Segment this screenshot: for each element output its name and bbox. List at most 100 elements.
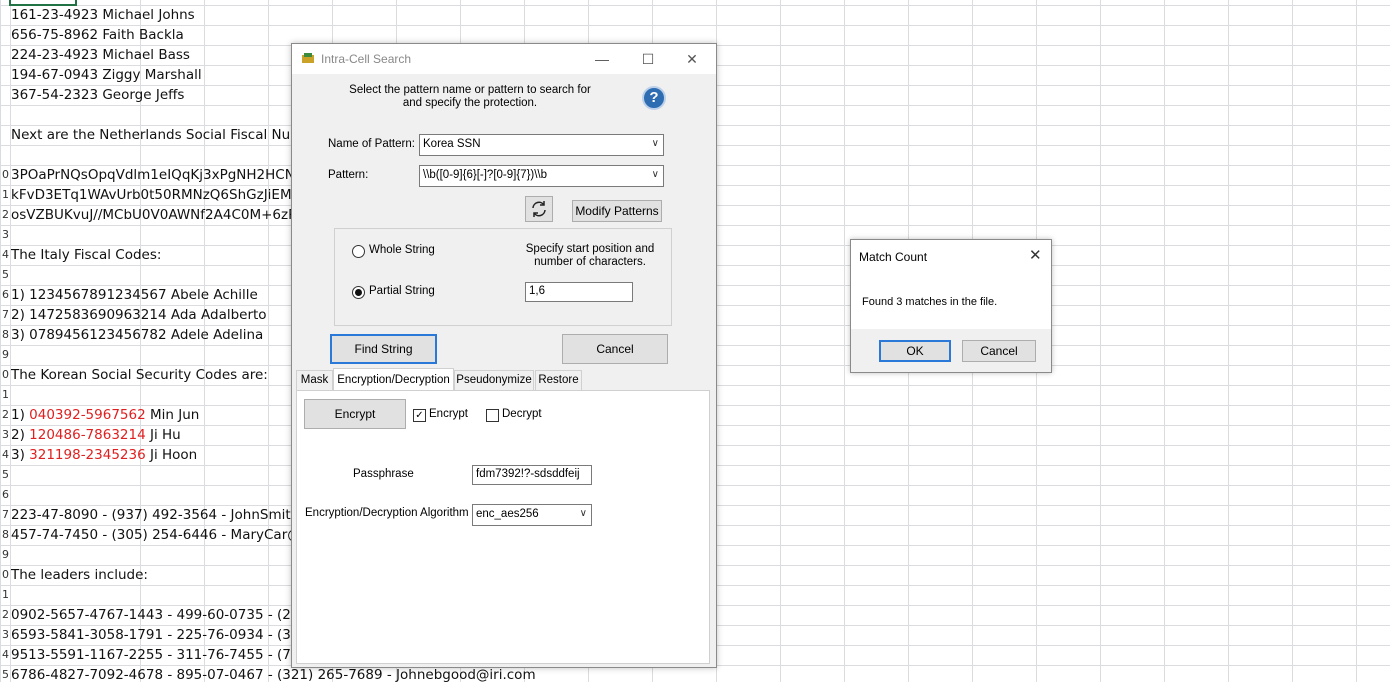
close-icon[interactable]: ✕: [1029, 246, 1042, 264]
row-number: 9: [2, 548, 9, 561]
cell-segment: 3POaPrNQsOpqVdlm1eIQqKj3xPgNH2HCNXSE: [11, 167, 322, 183]
match-count-footer: OK Cancel: [851, 329, 1051, 372]
whole-string-radio[interactable]: [352, 245, 365, 258]
row-number: 7: [2, 308, 9, 321]
row-number: 4: [2, 248, 9, 261]
cell-segment: Min Jun: [145, 407, 200, 423]
row-number: 0: [2, 568, 9, 581]
cell-text: Next are the Netherlands Social Fiscal N…: [11, 127, 320, 143]
cell-text: 457-74-7450 - (305) 254-6446 - MaryCar@y…: [11, 527, 333, 543]
cell-segment: 656-75-8962 Faith Backla: [11, 27, 184, 43]
minimize-icon[interactable]: —: [580, 46, 624, 72]
row-number: 6: [2, 288, 9, 301]
row-number: 2: [2, 208, 9, 221]
sheet-row[interactable]: 161-23-4923 Michael Johns: [0, 6, 1390, 26]
partial-position-input[interactable]: 1,6: [525, 282, 633, 302]
cell-segment: 161-23-4923 Michael Johns: [11, 7, 195, 23]
row-number: 6: [2, 488, 9, 501]
algorithm-select[interactable]: enc_aes256 ∨: [472, 504, 592, 526]
match-count-message: Found 3 matches in the file.: [862, 296, 998, 308]
cell-text: 3) 321198-2345236 Ji Hoon: [11, 447, 197, 463]
cell-segment: 1) 1234567891234567 Abele Achille: [11, 287, 258, 303]
encryption-tab-panel: Encrypt ✓ Encrypt Decrypt Passphrase fdm…: [296, 390, 710, 664]
row-number: 9: [2, 348, 9, 361]
cell-segment: 223-47-8090 - (937) 492-3564 - JohnSmith…: [11, 507, 330, 523]
cell-text: 2) 1472583690963214 Ada Adalberto: [11, 307, 267, 323]
cell-segment: osVZBUKvuJ//MCbU0V0AWNf2A4C0M+6zRrq+: [11, 207, 323, 223]
cell-text: 161-23-4923 Michael Johns: [11, 7, 195, 23]
highlighted-match: 040392-5967562: [29, 407, 146, 423]
cell-text: 223-47-8090 - (937) 492-3564 - JohnSmith…: [11, 507, 330, 523]
tab-mask[interactable]: Mask: [296, 370, 333, 390]
cell-segment: 367-54-2323 George Jeffs: [11, 87, 185, 103]
cell-text: 656-75-8962 Faith Backla: [11, 27, 184, 43]
highlighted-match: 321198-2345236: [29, 447, 146, 463]
find-string-button[interactable]: Find String: [330, 334, 437, 364]
row-number: 4: [2, 448, 9, 461]
dialog-titlebar: Intra-Cell Search — ☐ ✕: [292, 44, 716, 74]
algorithm-label: Encryption/Decryption Algorithm: [305, 507, 469, 519]
row-number: 4: [2, 648, 9, 661]
checkmark-icon: ✓: [415, 410, 424, 421]
help-icon[interactable]: ?: [642, 86, 666, 110]
cell-text: osVZBUKvuJ//MCbU0V0AWNf2A4C0M+6zRrq+: [11, 207, 323, 223]
name-of-pattern-select[interactable]: Korea SSN ∨: [419, 134, 664, 156]
cell-segment: 2) 1472583690963214 Ada Adalberto: [11, 307, 267, 323]
cell-text: 1) 1234567891234567 Abele Achille: [11, 287, 258, 303]
cell-text: 3) 0789456123456782 Adele Adelina: [11, 327, 263, 343]
cell-text: 2) 120486-7863214 Ji Hu: [11, 427, 181, 443]
algorithm-value: enc_aes256: [476, 508, 539, 520]
cell-text: 3POaPrNQsOpqVdlm1eIQqKj3xPgNH2HCNXSE: [11, 167, 321, 183]
cell-segment: 3): [11, 447, 30, 463]
maximize-icon[interactable]: ☐: [626, 46, 670, 72]
refresh-button[interactable]: [525, 196, 553, 222]
partial-position-value: 1,6: [529, 285, 545, 297]
cell-segment: Ji Hu: [145, 427, 181, 443]
cell-text: 1) 040392-5967562 Min Jun: [11, 407, 199, 423]
row-number: 1: [2, 188, 9, 201]
row-number: 5: [2, 668, 9, 681]
row-number: 0: [2, 368, 9, 381]
whole-string-label: Whole String: [369, 244, 435, 256]
tab-pseudonymize[interactable]: Pseudonymize: [454, 370, 534, 390]
app-icon: [302, 53, 314, 63]
row-number: 8: [2, 528, 9, 541]
cell-segment: The Italy Fiscal Codes:: [11, 247, 162, 263]
specify-line-2: number of characters.: [534, 256, 646, 268]
instruction-line-2: and specify the protection.: [402, 97, 538, 109]
row-number: 1: [2, 588, 9, 601]
encrypt-checkbox[interactable]: ✓: [413, 409, 426, 422]
dialog-instructions: Select the pattern name or pattern to se…: [342, 84, 598, 110]
partial-string-radio[interactable]: [352, 286, 365, 299]
modify-patterns-button[interactable]: Modify Patterns: [572, 200, 662, 222]
refresh-icon: [532, 201, 546, 217]
cell-text: 6786-4827-7092-4678 - 895-07-0467 - (321…: [11, 667, 536, 682]
row-number: 5: [2, 468, 9, 481]
radio-selected-dot: [355, 289, 362, 296]
tab-restore[interactable]: Restore: [535, 370, 582, 390]
cell-segment: Next are the Netherlands Social Fiscal N…: [11, 127, 321, 143]
cancel-button[interactable]: Cancel: [962, 340, 1036, 362]
sheet-row[interactable]: 5 6786-4827-7092-4678 - 895-07-0467 - (32…: [0, 666, 1390, 682]
tab-encryption-decryption[interactable]: Encryption/Decryption: [333, 368, 454, 391]
encrypt-button[interactable]: Encrypt: [304, 399, 406, 429]
row-number: 2: [2, 408, 9, 421]
name-of-pattern-label: Name of Pattern:: [328, 138, 415, 150]
row-number: 1: [2, 388, 9, 401]
cell-text: The Italy Fiscal Codes:: [11, 247, 161, 263]
cell-text: 367-54-2323 George Jeffs: [11, 87, 184, 103]
cell-text: The leaders include:: [11, 567, 148, 583]
row-number: 7: [2, 508, 9, 521]
close-icon[interactable]: ✕: [670, 46, 714, 72]
name-of-pattern-value: Korea SSN: [423, 138, 481, 150]
decrypt-checkbox[interactable]: [486, 409, 499, 422]
pattern-select[interactable]: \\b([0-9]{6}[-]?[0-9]{7})\\b ∨: [419, 165, 664, 187]
chevron-down-icon: ∨: [651, 138, 659, 149]
cell-segment: The leaders include:: [11, 567, 148, 583]
cancel-button[interactable]: Cancel: [562, 334, 668, 364]
match-count-title: Match Count: [859, 250, 928, 264]
passphrase-input[interactable]: fdm7392!?-sdsddfeij: [472, 465, 592, 485]
pattern-value: \\b([0-9]{6}[-]?[0-9]{7})\\b: [423, 169, 548, 181]
ok-button[interactable]: OK: [879, 340, 951, 362]
row-number: 3: [2, 428, 9, 441]
